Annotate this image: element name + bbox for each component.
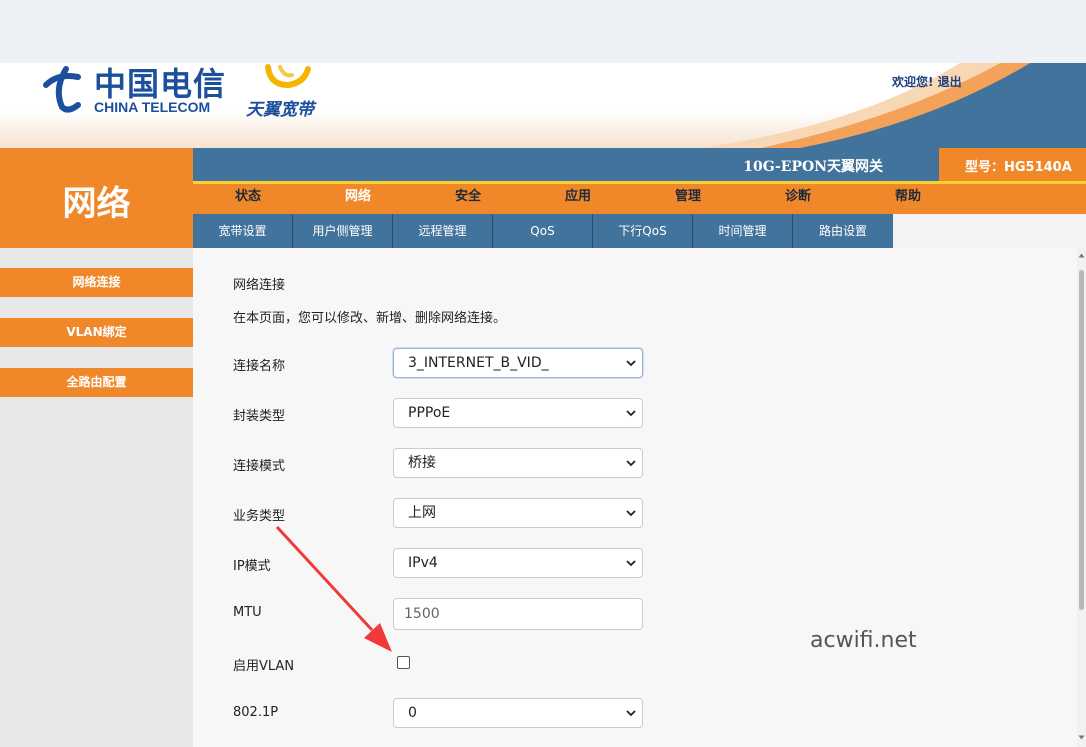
china-telecom-logo: 中国电信 CHINA TELECOM [38,63,225,118]
header-banner: 中国电信 CHINA TELECOM 天翼宽带 欢迎您! 退出 [0,63,1086,148]
sub-nav: 宽带设置 用户侧管理 远程管理 QoS 下行QoS 时间管理 路由设置 [193,214,893,248]
connection-mode-value: 桥接 [408,455,436,471]
dot1p-label: 802.1P [233,705,279,720]
chevron-down-icon [626,360,636,367]
nav-diagnostics[interactable]: 诊断 [743,184,853,214]
section-title-box: 网络 [0,148,193,248]
dot1p-select[interactable]: 0 [393,698,643,728]
browser-top-strip [0,0,1086,63]
tab-time-management[interactable]: 时间管理 [693,214,793,248]
mtu-input[interactable] [393,598,643,630]
model-number: 型号：HG5140A [965,160,1072,175]
enable-vlan-checkbox[interactable] [397,656,410,669]
sidebar: 网络连接 VLAN绑定 全路由配置 [0,248,193,747]
model-box: 型号：HG5140A [939,148,1086,181]
enable-vlan-label: 启用VLAN [233,659,295,674]
ip-mode-value: IPv4 [408,555,438,571]
logout-link[interactable]: 退出 [938,75,962,89]
ip-mode-select[interactable]: IPv4 [393,548,643,578]
encapsulation-select[interactable]: PPPoE [393,398,643,428]
tab-downstream-qos[interactable]: 下行QoS [593,214,693,248]
content-description: 在本页面，您可以修改、新增、删除网络连接。 [233,311,507,326]
chevron-down-icon [626,410,636,417]
nav-status[interactable]: 状态 [193,184,303,214]
tianyi-swirl-icon [265,64,311,89]
encapsulation-value: PPPoE [408,405,451,421]
device-name: 10G-EPON天翼网关 [743,159,883,175]
nav-management[interactable]: 管理 [633,184,743,214]
scroll-down-arrow-icon[interactable] [1078,734,1085,741]
mtu-label: MTU [233,605,262,620]
sub-brand-text: 天翼宽带 [246,100,314,120]
connection-mode-label: 连接模式 [233,459,286,474]
tianyi-broadband-logo: 天翼宽带 [244,63,334,121]
tab-remote-management[interactable]: 远程管理 [393,214,493,248]
chevron-down-icon [626,560,636,567]
tab-user-side-management[interactable]: 用户侧管理 [293,214,393,248]
welcome-area: 欢迎您! 退出 [892,73,962,90]
nav-network[interactable]: 网络 [303,184,413,214]
nav-security[interactable]: 安全 [413,184,523,214]
connection-name-value: 3_INTERNET_B_VID_ [408,355,549,371]
chevron-down-icon [626,710,636,717]
content-title: 网络连接 [233,278,286,293]
tab-routing-settings[interactable]: 路由设置 [793,214,893,248]
chevron-down-icon [626,510,636,517]
main-content: 网络连接 在本页面，您可以修改、新增、删除网络连接。 连接名称 3_INTERN… [193,248,1077,747]
dot1p-value: 0 [408,705,417,721]
service-type-select[interactable]: 上网 [393,498,643,528]
tab-broadband-settings[interactable]: 宽带设置 [193,214,293,248]
sub-nav-filler [893,214,1086,248]
scroll-thumb[interactable] [1079,270,1084,610]
sidebar-item-vlan-binding[interactable]: VLAN绑定 [0,318,193,347]
sidebar-item-network-connection[interactable]: 网络连接 [0,268,193,297]
chevron-down-icon [626,460,636,467]
encapsulation-label: 封装类型 [233,409,286,424]
nav-applications[interactable]: 应用 [523,184,633,214]
scrollbar[interactable] [1077,248,1086,747]
connection-name-label: 连接名称 [233,359,286,374]
main-nav: 状态 网络 安全 应用 管理 诊断 帮助 [193,184,1086,214]
section-title: 网络 [62,184,131,224]
tab-qos[interactable]: QoS [493,214,593,248]
telecom-e-icon [43,66,81,113]
connection-name-select[interactable]: 3_INTERNET_B_VID_ [393,348,643,378]
brand-name-english: CHINA TELECOM [94,99,211,115]
scroll-up-arrow-icon[interactable] [1078,252,1085,259]
connection-mode-select[interactable]: 桥接 [393,448,643,478]
service-type-label: 业务类型 [233,509,286,524]
ip-mode-label: IP模式 [233,559,271,574]
service-type-value: 上网 [408,505,436,521]
sidebar-item-full-route-config[interactable]: 全路由配置 [0,368,193,397]
nav-help[interactable]: 帮助 [853,184,963,214]
watermark-text: acwifi.net [810,628,917,653]
welcome-text: 欢迎您! [892,75,934,89]
